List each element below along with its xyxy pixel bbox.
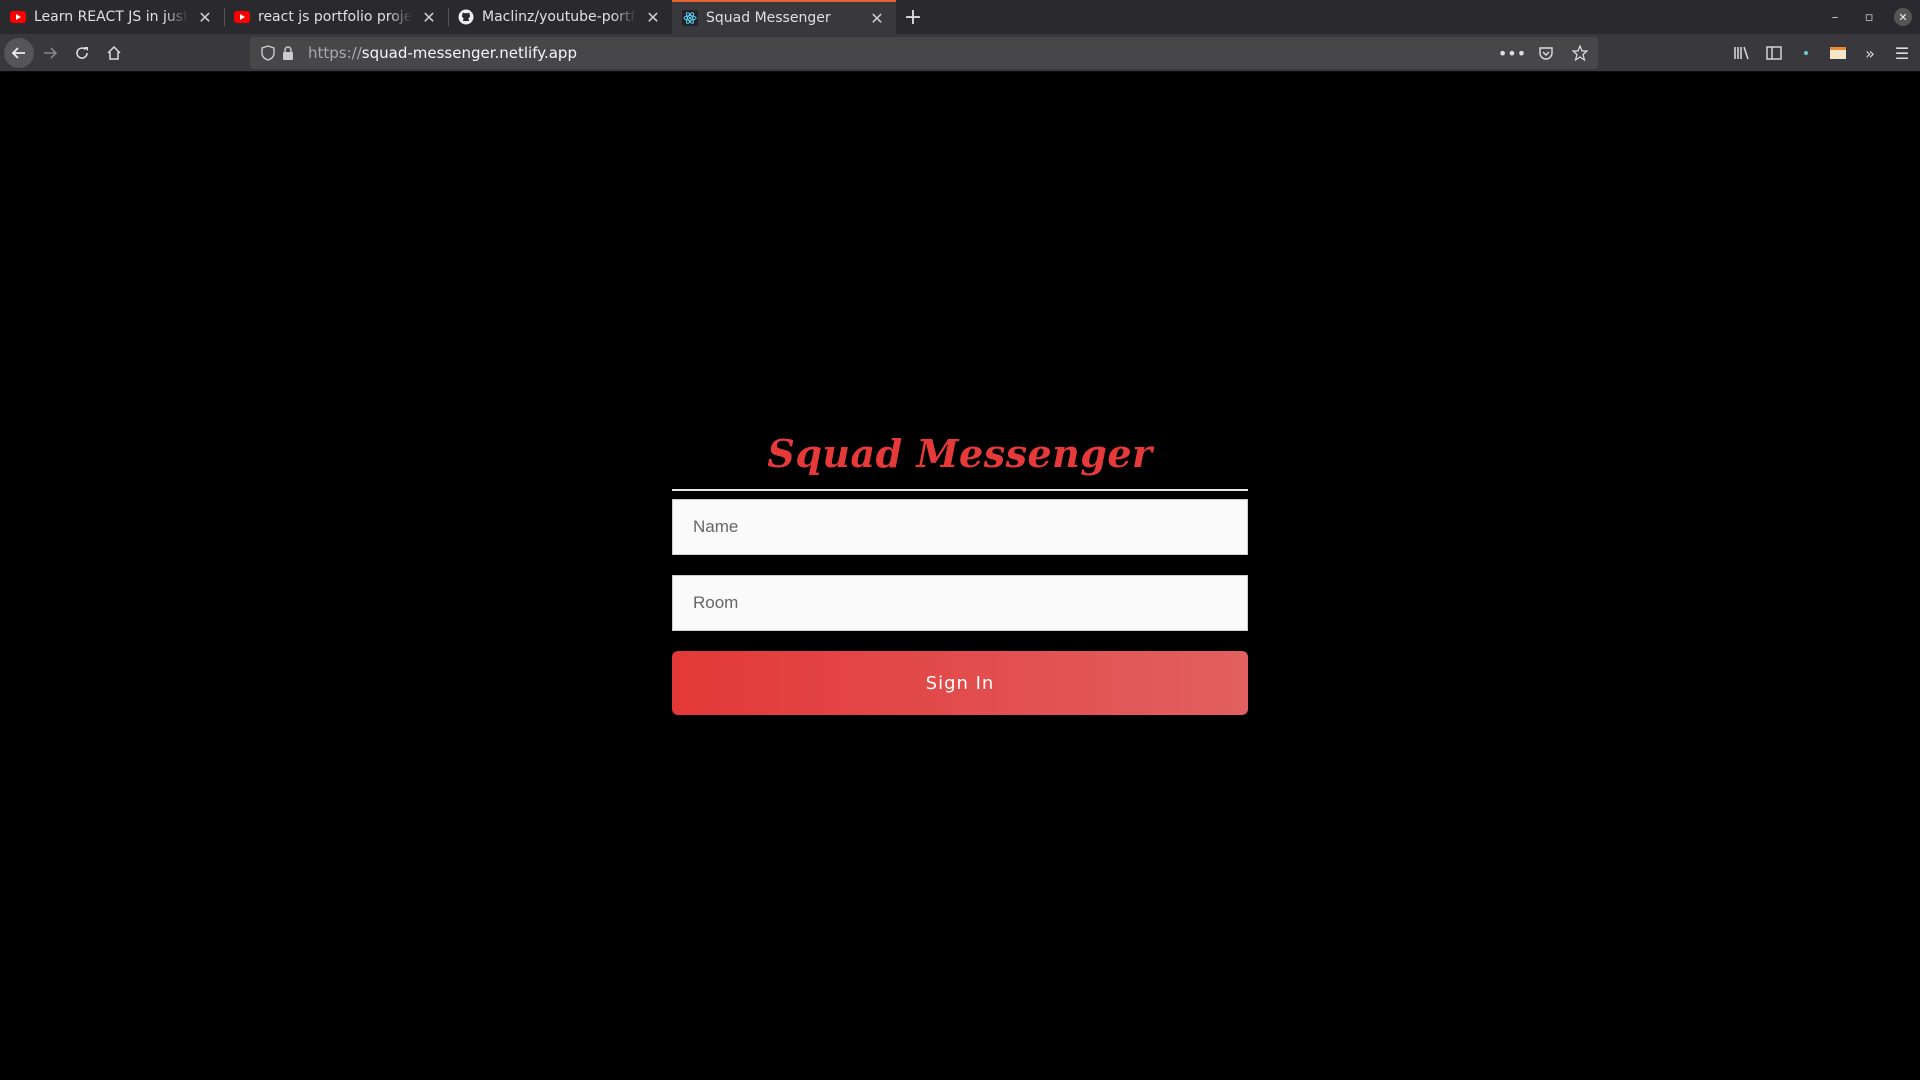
name-input[interactable] [693, 517, 1227, 537]
page-content: Squad Messenger Sign In [0, 73, 1920, 1080]
room-input[interactable] [693, 593, 1227, 613]
star-icon[interactable] [1570, 43, 1590, 63]
lock-icon[interactable] [278, 43, 298, 63]
pocket-icon[interactable] [1536, 43, 1556, 63]
page-title: Squad Messenger [767, 431, 1153, 476]
divider [672, 489, 1248, 491]
reload-icon [76, 46, 88, 59]
youtube-icon [10, 9, 26, 25]
sidebar-icon[interactable] [1764, 43, 1784, 63]
room-field[interactable] [672, 575, 1248, 631]
arrow-left-icon [11, 46, 25, 59]
url-bar[interactable]: https://squad-messenger.netlify.app ••• [250, 37, 1598, 69]
close-icon[interactable]: ✕ [868, 9, 886, 28]
arrow-right-icon [44, 46, 58, 59]
back-button[interactable] [4, 37, 34, 68]
tab-github[interactable]: Maclinz/youtube-portfolio ✕ [448, 0, 672, 34]
tab-title: Maclinz/youtube-portfolio [482, 9, 636, 25]
more-actions-icon[interactable]: ••• [1498, 43, 1526, 63]
home-icon [107, 45, 121, 60]
react-icon [682, 10, 698, 26]
tab-title: Learn REACT JS in just 30 [34, 9, 188, 25]
youtube-icon [234, 9, 250, 25]
new-tab-button[interactable]: + [896, 0, 930, 34]
tab-squad-messenger[interactable]: Squad Messenger ✕ [672, 0, 896, 34]
url-text[interactable]: https://squad-messenger.netlify.app [308, 44, 577, 62]
close-icon[interactable]: ✕ [644, 8, 662, 27]
url-scheme: https:// [308, 44, 362, 62]
close-icon[interactable]: ✕ [196, 8, 214, 27]
maximize-button[interactable]: ▫ [1852, 0, 1886, 34]
home-button[interactable] [98, 37, 130, 69]
tab-title: Squad Messenger [706, 10, 831, 26]
reload-button[interactable] [66, 37, 98, 69]
close-icon: ✕ [1894, 8, 1912, 26]
library-icon[interactable] [1732, 43, 1752, 63]
name-field[interactable] [672, 499, 1248, 555]
window-controls: – ▫ ✕ [1818, 0, 1920, 34]
close-icon[interactable]: ✕ [420, 8, 438, 27]
url-host: squad-messenger.netlify.app [361, 44, 577, 62]
hamburger-menu-icon[interactable]: ☰ [1892, 43, 1912, 63]
close-window-button[interactable]: ✕ [1886, 0, 1920, 34]
github-icon [458, 9, 474, 25]
minimize-button[interactable]: – [1818, 0, 1852, 34]
tab-react-portfolio[interactable]: react js portfolio project ✕ [224, 0, 448, 34]
login-form: Squad Messenger Sign In [672, 425, 1248, 715]
tab-title: react js portfolio project [258, 9, 412, 25]
extension-dot-icon[interactable] [1796, 43, 1816, 63]
tab-learn-react[interactable]: Learn REACT JS in just 30 ✕ [0, 0, 224, 34]
extension-icon[interactable] [1828, 43, 1848, 63]
shield-icon[interactable] [258, 43, 278, 63]
forward-button[interactable] [34, 37, 66, 69]
overflow-chevron-icon[interactable]: » [1860, 43, 1880, 63]
sign-in-button[interactable]: Sign In [672, 651, 1248, 715]
navigation-toolbar: https://squad-messenger.netlify.app ••• … [0, 34, 1920, 72]
toolbar-right: » ☰ [1732, 37, 1912, 69]
tab-strip: Learn REACT JS in just 30 ✕ react js por… [0, 0, 1920, 34]
